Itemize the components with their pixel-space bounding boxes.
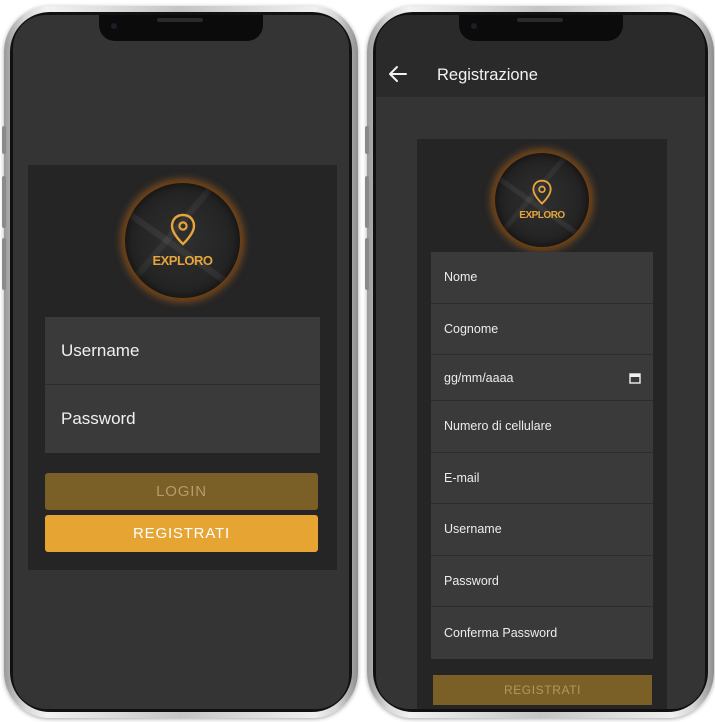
field-label: Password xyxy=(444,573,499,588)
login-button[interactable]: LOGIN xyxy=(45,473,318,510)
username-field[interactable]: Username xyxy=(431,504,653,556)
register-form: Nome Cognome gg/mm/aaaa Numero di cellul… xyxy=(431,252,653,659)
speaker xyxy=(516,18,563,22)
surname-field[interactable]: Cognome xyxy=(431,304,653,355)
field-label: Cognome xyxy=(444,321,499,336)
logo-text: EXPLORO xyxy=(152,253,213,268)
register-button[interactable]: REGISTRATI xyxy=(45,515,318,552)
location-pin-icon xyxy=(170,213,195,246)
mute-switch xyxy=(365,126,369,154)
field-label: Username xyxy=(444,522,502,537)
phone-number-field[interactable]: Numero di cellulare xyxy=(431,401,653,453)
field-label: Conferma Password xyxy=(444,625,558,640)
camera xyxy=(470,23,477,29)
login-form: Username Password xyxy=(45,317,320,453)
confirm-password-field[interactable]: Conferma Password xyxy=(431,607,653,659)
field-label: Nome xyxy=(444,270,478,285)
page-title: Registrazione xyxy=(437,66,538,84)
volume-down-button xyxy=(2,238,6,290)
field-label: E-mail xyxy=(444,470,480,485)
field-label: Numero di cellulare xyxy=(444,419,552,434)
field-label: gg/mm/aaaa xyxy=(444,370,514,385)
volume-down-button xyxy=(365,238,369,290)
speaker xyxy=(157,18,203,22)
notch xyxy=(458,15,623,41)
register-submit-button[interactable]: REGISTRATI xyxy=(433,675,652,705)
camera xyxy=(111,23,117,29)
app-logo: EXPLORO xyxy=(493,151,591,249)
arrow-back-icon[interactable] xyxy=(388,65,408,83)
phone-register: Registrazione EXPLORO Nome Cognome gg/mm… xyxy=(365,6,714,718)
username-input[interactable]: Username xyxy=(45,317,320,385)
register-card: EXPLORO Nome Cognome gg/mm/aaaa Numero d… xyxy=(417,139,667,709)
name-field[interactable]: Nome xyxy=(431,252,653,304)
login-card: EXPLORO Username Password LOGIN REGISTRA… xyxy=(28,165,337,570)
logo-text: EXPLORO xyxy=(519,210,565,221)
app-logo: EXPLORO xyxy=(123,181,242,300)
password-field[interactable]: Password xyxy=(431,556,653,607)
email-field[interactable]: E-mail xyxy=(431,453,653,504)
volume-up-button xyxy=(2,176,6,228)
calendar-icon[interactable] xyxy=(629,372,641,384)
location-pin-icon xyxy=(532,179,552,205)
mute-switch xyxy=(2,126,6,154)
password-input[interactable]: Password xyxy=(45,385,320,453)
notch xyxy=(99,15,263,41)
register-screen: Registrazione EXPLORO Nome Cognome gg/mm… xyxy=(376,15,705,709)
birthdate-field[interactable]: gg/mm/aaaa xyxy=(431,355,653,401)
phone-login: EXPLORO Username Password LOGIN REGISTRA… xyxy=(2,6,358,718)
volume-up-button xyxy=(365,176,369,228)
login-screen: EXPLORO Username Password LOGIN REGISTRA… xyxy=(13,15,349,709)
